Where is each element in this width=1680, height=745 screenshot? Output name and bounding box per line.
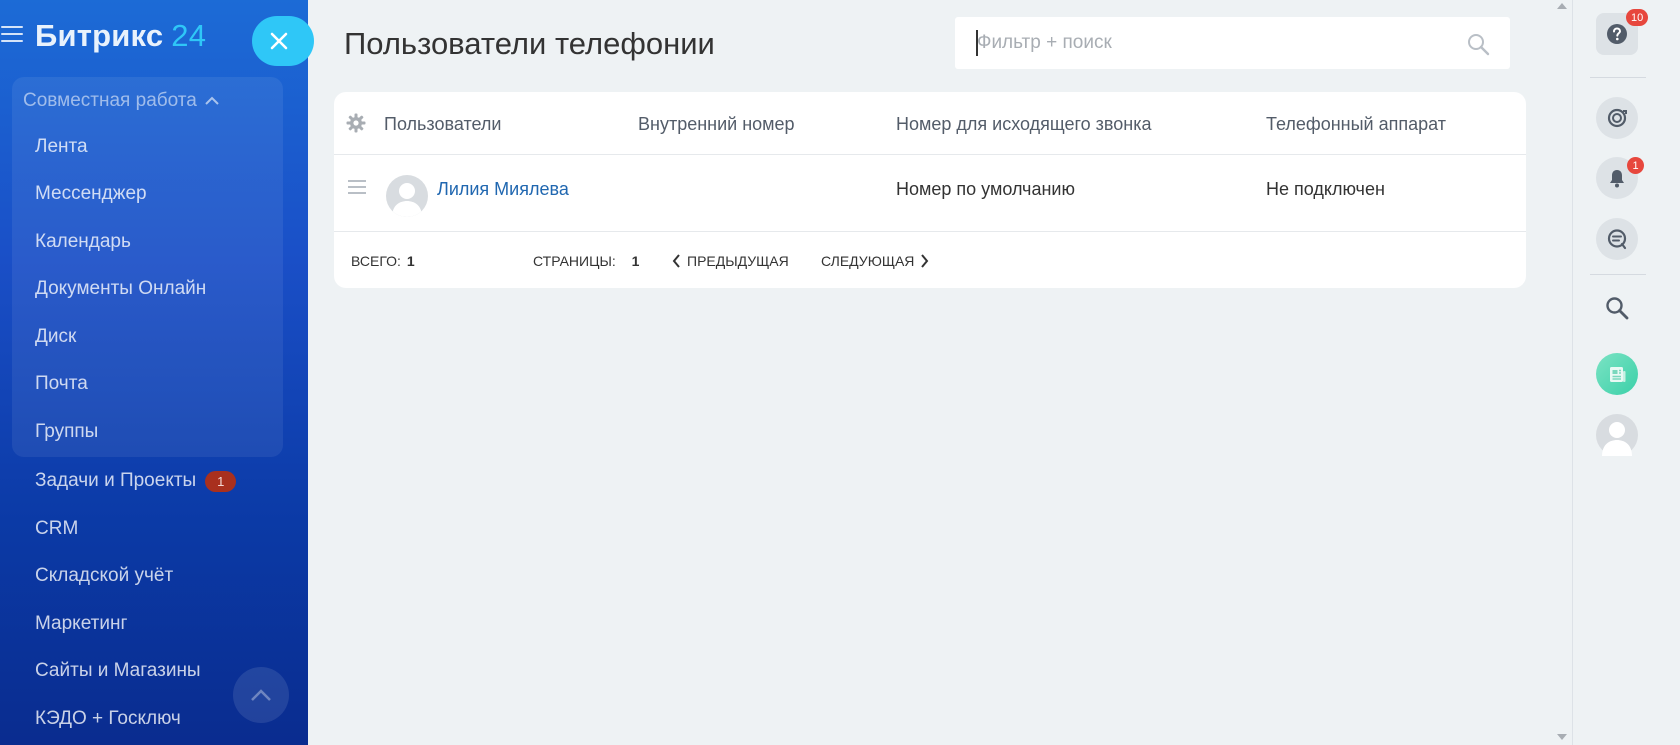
gear-icon[interactable] xyxy=(346,113,366,133)
user-silhouette-icon xyxy=(1602,422,1632,456)
scroll-up-button[interactable] xyxy=(233,667,289,723)
sidebar-item-tasks[interactable]: Задачи и Проекты 1 xyxy=(35,470,237,492)
column-header-outgoing-number[interactable]: Номер для исходящего звонка xyxy=(896,114,1152,135)
chevron-up-icon xyxy=(251,689,271,701)
logo-name: Битрикс xyxy=(35,18,164,53)
outgoing-number-cell: Номер по умолчанию xyxy=(896,179,1075,199)
left-sidebar: Битрикс 24 Совместная работа Лента Мессен… xyxy=(0,0,308,745)
total-label: ВСЕГО: xyxy=(351,253,401,269)
user-name-link[interactable]: Лилия Миялева xyxy=(437,179,569,200)
sidebar-item-marketing[interactable]: Маркетинг xyxy=(35,613,127,635)
sidebar-item-label: Лента xyxy=(35,136,88,157)
sidebar-item-label: Группы xyxy=(35,421,99,442)
device-cell: Не подключен xyxy=(1266,179,1385,199)
help-badge: 10 xyxy=(1626,9,1649,26)
pages-info: СТРАНИЦЫ: 1 xyxy=(533,253,639,269)
sidebar-item-label: Мессенджер xyxy=(35,183,147,204)
clock-arrow-icon xyxy=(1607,108,1627,128)
sidebar-item-label: Задачи и Проекты xyxy=(35,470,197,491)
table-header: Пользователи Внутренний номер Номер для … xyxy=(334,92,1526,155)
rail-divider xyxy=(1590,274,1646,275)
page-scrollbar[interactable] xyxy=(1552,0,1572,745)
chats-button[interactable] xyxy=(1596,218,1638,260)
prev-label: ПРЕДЫДУЩАЯ xyxy=(687,253,789,269)
user-avatar-button[interactable] xyxy=(1596,414,1638,456)
close-slider-button[interactable] xyxy=(252,16,314,66)
sidebar-item-feed[interactable]: Лента xyxy=(35,136,88,158)
prev-page-button[interactable]: ПРЕДЫДУЩАЯ xyxy=(672,253,789,269)
column-header-device[interactable]: Телефонный аппарат xyxy=(1266,114,1446,135)
search-icon[interactable] xyxy=(1466,32,1490,56)
sidebar-item-label: Календарь xyxy=(35,231,131,252)
page-title: Пользователи телефонии xyxy=(344,26,715,61)
sidebar-item-mail[interactable]: Почта xyxy=(35,373,88,395)
column-header-users[interactable]: Пользователи xyxy=(384,114,501,135)
sidebar-item-sites[interactable]: Сайты и Магазины xyxy=(35,660,201,682)
sidebar-item-label: Диск xyxy=(35,326,77,347)
search-input[interactable] xyxy=(977,29,1447,57)
notifications-badge: 1 xyxy=(1627,157,1644,174)
scroll-down-arrow-icon[interactable] xyxy=(1557,733,1567,741)
logo[interactable]: Битрикс 24 xyxy=(35,18,206,54)
column-header-internal-number[interactable]: Внутренний номер xyxy=(638,114,795,135)
sidebar-group-title[interactable]: Совместная работа xyxy=(23,90,219,112)
timeman-button[interactable] xyxy=(1596,97,1638,139)
table-row: Лилия Миялева Номер по умолчанию Не подк… xyxy=(334,155,1526,232)
sidebar-item-label: Маркетинг xyxy=(35,613,128,634)
newspaper-icon xyxy=(1610,367,1626,382)
users-table: Пользователи Внутренний номер Номер для … xyxy=(334,92,1526,288)
drag-handle-icon[interactable] xyxy=(348,180,366,194)
sidebar-item-label: Сайты и Магазины xyxy=(35,660,201,681)
pages-label: СТРАНИЦЫ: xyxy=(533,253,616,269)
close-icon xyxy=(270,32,288,50)
chevron-left-icon xyxy=(672,254,680,268)
sidebar-item-disk[interactable]: Диск xyxy=(35,326,76,348)
total-count: ВСЕГО: 1 xyxy=(351,253,415,269)
sidebar-item-label: CRM xyxy=(35,518,79,539)
logo-number: 24 xyxy=(171,18,207,53)
news-app-button[interactable] xyxy=(1596,353,1638,395)
table-footer: ВСЕГО: 1 СТРАНИЦЫ: 1 ПРЕДЫДУЩАЯ СЛЕДУЮЩАЯ xyxy=(334,233,1526,288)
pages-value: 1 xyxy=(631,253,640,269)
scroll-up-arrow-icon[interactable] xyxy=(1557,2,1567,10)
tasks-counter-badge: 1 xyxy=(205,470,237,492)
menu-icon[interactable] xyxy=(1,26,23,44)
sidebar-item-inventory[interactable]: Складской учёт xyxy=(35,565,173,587)
next-label: СЛЕДУЮЩАЯ xyxy=(821,253,915,269)
sidebar-group xyxy=(12,77,283,457)
avatar[interactable] xyxy=(386,175,428,217)
sidebar-item-kedo[interactable]: КЭДО + Госключ xyxy=(35,708,181,730)
search-icon[interactable] xyxy=(1604,295,1630,321)
sidebar-item-label: Документы Онлайн xyxy=(35,278,207,299)
rail-divider xyxy=(1590,77,1646,78)
sidebar-item-label: КЭДО + Госключ xyxy=(35,708,181,729)
chevron-right-icon xyxy=(921,254,929,268)
sidebar-item-groups[interactable]: Группы xyxy=(35,421,98,443)
bell-icon xyxy=(1610,170,1624,188)
sidebar-item-label: Почта xyxy=(35,373,88,394)
total-value: 1 xyxy=(406,253,415,269)
sidebar-group-title-label: Совместная работа xyxy=(23,90,197,111)
sidebar-item-messenger[interactable]: Мессенджер xyxy=(35,183,147,205)
chat-icon xyxy=(1607,229,1627,250)
filter-search[interactable] xyxy=(955,17,1510,69)
sidebar-item-calendar[interactable]: Календарь xyxy=(35,231,131,253)
chevron-up-icon xyxy=(205,96,219,105)
next-page-button[interactable]: СЛЕДУЮЩАЯ xyxy=(821,253,929,269)
user-silhouette-icon xyxy=(392,183,422,217)
sidebar-item-label: Складской учёт xyxy=(35,565,174,586)
sidebar-item-crm[interactable]: CRM xyxy=(35,518,78,540)
question-icon xyxy=(1607,24,1627,44)
sidebar-item-docs-online[interactable]: Документы Онлайн xyxy=(35,278,206,300)
